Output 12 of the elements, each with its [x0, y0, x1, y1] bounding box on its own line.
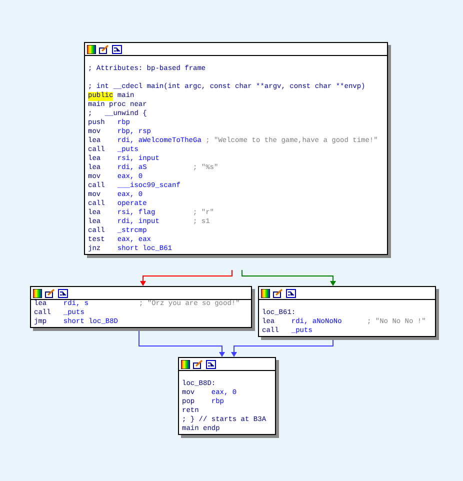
graph-icon[interactable]	[58, 288, 68, 298]
pencil-icon[interactable]	[273, 288, 283, 298]
palette-icon[interactable]	[181, 360, 190, 368]
palette-icon[interactable]	[33, 288, 42, 298]
pencil-icon[interactable]	[99, 44, 109, 54]
graph-icon[interactable]	[206, 360, 216, 368]
palette-icon[interactable]	[261, 288, 270, 298]
graph-icon[interactable]	[112, 44, 122, 54]
pencil-icon[interactable]	[45, 288, 55, 298]
graph-icon[interactable]	[286, 288, 296, 298]
pencil-icon[interactable]	[193, 360, 203, 368]
palette-icon[interactable]	[87, 44, 96, 54]
